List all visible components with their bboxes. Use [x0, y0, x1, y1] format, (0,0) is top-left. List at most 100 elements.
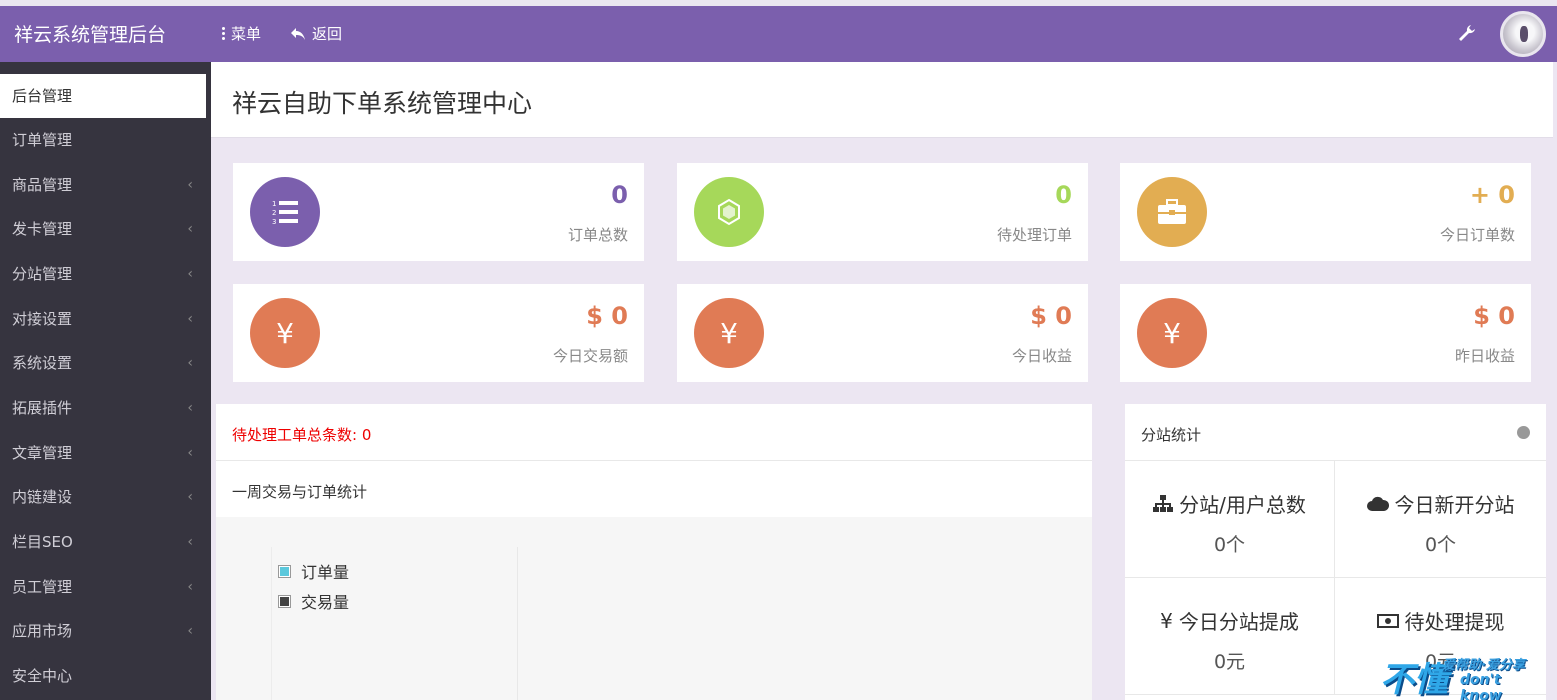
- sidebar-item-label: 订单管理: [12, 131, 73, 149]
- cell-value: 0个: [1213, 534, 1246, 556]
- sidebar-item-cards[interactable]: 发卡管理 ‹: [0, 207, 211, 251]
- chevron-left-icon: ‹: [187, 579, 193, 595]
- stat-card-today-volume[interactable]: ¥ $ 0 今日交易额: [233, 284, 644, 382]
- stat-substation-total: 分站/用户总数 0个: [1125, 461, 1335, 578]
- menu-label: 菜单: [231, 25, 262, 43]
- pending-count: 0: [361, 426, 372, 444]
- stat-label: 今日收益: [1011, 347, 1072, 365]
- watermark-small2: don't know: [1460, 672, 1502, 700]
- sidebar-item-label: 应用市场: [12, 622, 73, 640]
- pending-tickets[interactable]: 待处理工单总条数: 0: [232, 424, 371, 445]
- svg-text:3: 3: [272, 218, 276, 226]
- refresh-dot-icon[interactable]: [1517, 426, 1530, 439]
- sidebar-item-label: 系统设置: [12, 354, 73, 372]
- week-chart: 订单量 交易量: [216, 517, 1092, 700]
- yen-icon: ¥: [250, 298, 320, 368]
- money-icon: [1376, 613, 1399, 628]
- menu-button[interactable]: 菜单: [222, 23, 261, 44]
- page-header: 祥云自助下单系统管理中心: [211, 62, 1553, 138]
- cloud-icon: [1366, 496, 1389, 511]
- top-bar: 祥云系统管理后台 菜单 返回: [0, 0, 1557, 62]
- sidebar-item-seo[interactable]: 栏目SEO ‹: [0, 520, 211, 564]
- wrench-icon[interactable]: [1457, 23, 1477, 43]
- cell-value: 0元: [1213, 651, 1246, 673]
- sidebar-item-substations[interactable]: 分站管理 ‹: [0, 252, 211, 296]
- sidebar-item-products[interactable]: 商品管理 ‹: [0, 163, 211, 207]
- watermark-logo: 不懂 爱帮助·爱分享 don't know: [1380, 650, 1545, 700]
- menu-dots-icon: [222, 27, 225, 40]
- sidebar-item-orders[interactable]: 订单管理: [0, 118, 211, 162]
- week-stats-header: 一周交易与订单统计: [216, 461, 1092, 517]
- sidebar-item-internal-links[interactable]: 内链建设 ‹: [0, 475, 211, 519]
- stat-card-today-orders[interactable]: + 0 今日订单数: [1120, 163, 1531, 261]
- watermark-big: 不懂: [1380, 660, 1448, 700]
- chevron-left-icon: ‹: [187, 400, 193, 416]
- sidebar-item-label: 商品管理: [12, 176, 73, 194]
- cell-title: 分站/用户总数: [1179, 493, 1306, 517]
- chevron-left-icon: ‹: [187, 266, 193, 282]
- sidebar-item-label: 分站管理: [12, 265, 73, 283]
- stat-card-pending-orders[interactable]: 0 待处理订单: [677, 163, 1088, 261]
- sidebar-item-system-settings[interactable]: 系统设置 ‹: [0, 341, 211, 385]
- sidebar-item-backend[interactable]: 后台管理: [0, 74, 206, 118]
- chevron-left-icon: ‹: [187, 623, 193, 639]
- sidebar-item-articles[interactable]: 文章管理 ‹: [0, 431, 211, 475]
- sidebar-item-label: 后台管理: [12, 87, 73, 105]
- sidebar-item-security[interactable]: 安全中心: [0, 654, 211, 698]
- legend-swatch: [278, 594, 291, 608]
- back-label: 返回: [312, 25, 343, 43]
- substation-stats-header: 分站统计: [1125, 404, 1546, 461]
- stat-value: $ 0: [586, 302, 628, 330]
- legend-orders[interactable]: 订单量: [278, 559, 349, 583]
- sidebar-item-label: 发卡管理: [12, 220, 73, 238]
- cell-title: 今日新开分站: [1394, 493, 1515, 517]
- stat-card-total-orders[interactable]: 123 0 订单总数: [233, 163, 644, 261]
- sidebar-item-label: 安全中心: [12, 667, 73, 685]
- cell-title: 待处理提现: [1404, 610, 1505, 634]
- legend-label: 交易量: [301, 593, 350, 612]
- sidebar-item-app-market[interactable]: 应用市场 ‹: [0, 609, 211, 653]
- brand-title[interactable]: 祥云系统管理后台: [14, 20, 166, 47]
- chevron-left-icon: ‹: [187, 355, 193, 371]
- yen-icon: ¥: [694, 298, 764, 368]
- sidebar-item-plugins[interactable]: 拓展插件 ‹: [0, 386, 211, 430]
- yen-icon: ¥: [1137, 298, 1207, 368]
- stat-label: 昨日收益: [1454, 347, 1515, 365]
- back-button[interactable]: 返回: [290, 23, 342, 44]
- stat-label: 待处理订单: [996, 226, 1072, 244]
- svg-text:2: 2: [272, 209, 276, 217]
- sidebar-item-label: 内链建设: [12, 488, 73, 506]
- stats-panel: 待处理工单总条数: 0 一周交易与订单统计 订单量 交易量: [216, 404, 1092, 700]
- user-avatar[interactable]: [1500, 11, 1546, 57]
- pending-tickets-row: 待处理工单总条数: 0: [216, 404, 1092, 461]
- sidebar: 后台管理 订单管理 商品管理 ‹ 发卡管理 ‹ 分站管理 ‹ 对接设置 ‹ 系统设置 ‹ …: [0, 62, 211, 700]
- sidebar-item-staff[interactable]: 员工管理 ‹: [0, 565, 211, 609]
- stat-card-yesterday-profit[interactable]: ¥ $ 0 昨日收益: [1120, 284, 1531, 382]
- stat-value: $ 0: [1473, 302, 1515, 330]
- stat-value: $ 0: [1030, 302, 1072, 330]
- stat-value: 0: [1055, 181, 1072, 209]
- sidebar-item-docking[interactable]: 对接设置 ‹: [0, 297, 211, 341]
- substation-stats-title: 分站统计: [1141, 426, 1202, 444]
- chevron-left-icon: ‹: [187, 221, 193, 237]
- sidebar-item-label: 文章管理: [12, 444, 73, 462]
- stat-new-substations: 今日新开分站 0个: [1335, 461, 1546, 578]
- stat-card-today-profit[interactable]: ¥ $ 0 今日收益: [677, 284, 1088, 382]
- briefcase-icon: [1137, 177, 1207, 247]
- cell-title: 今日分站提成: [1178, 610, 1299, 634]
- page-title: 祥云自助下单系统管理中心: [232, 89, 533, 118]
- chevron-left-icon: ‹: [187, 534, 193, 550]
- chevron-left-icon: ‹: [187, 489, 193, 505]
- legend-volume[interactable]: 交易量: [278, 589, 349, 613]
- sidebar-item-label: 对接设置: [12, 310, 73, 328]
- chevron-left-icon: ‹: [187, 311, 193, 327]
- week-stats-title: 一周交易与订单统计: [232, 483, 368, 501]
- list-icon: 123: [250, 177, 320, 247]
- stat-label: 今日交易额: [552, 347, 628, 365]
- sidebar-item-label: 员工管理: [12, 578, 73, 596]
- spinner-icon: [694, 177, 764, 247]
- stat-label: 订单总数: [567, 226, 628, 244]
- stat-value: + 0: [1469, 181, 1515, 209]
- sitemap-icon: [1153, 494, 1174, 512]
- svg-text:1: 1: [272, 200, 276, 208]
